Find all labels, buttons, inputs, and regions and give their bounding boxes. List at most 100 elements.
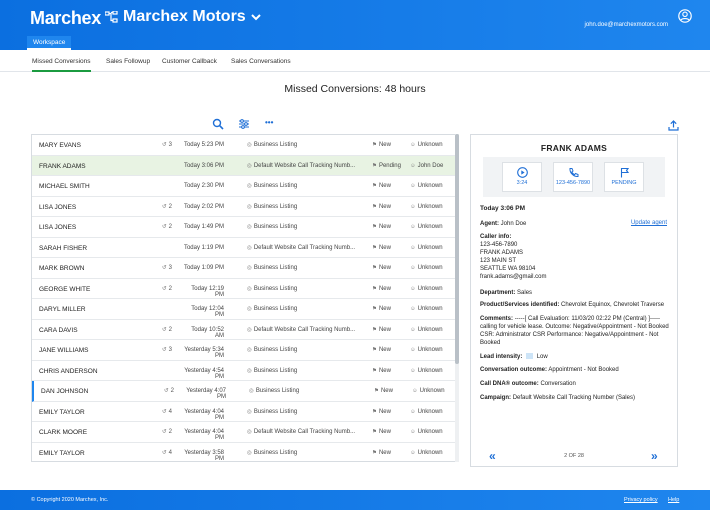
next-call-button[interactable]: »	[651, 449, 658, 463]
call-source-value: Business Listing	[253, 183, 298, 189]
source-icon: ◎	[247, 265, 252, 271]
call-agent: ☺ Unknown	[410, 450, 443, 456]
person-icon: ☺	[410, 183, 416, 189]
comments-line-4: Booked	[480, 340, 501, 346]
call-agent: ☺ Unknown	[410, 286, 443, 292]
call-source-value: Business Listing	[253, 449, 298, 456]
call-row[interactable]: CHRIS ANDERSON Yesterday 4:54 PM ◎ Business…	[32, 361, 456, 381]
call-row[interactable]: LISA JONES ↺ 2 Today 2:02 PM ◎ Business Listi…	[32, 197, 456, 217]
call-count-value: 2	[168, 224, 172, 230]
call-status-value: New	[378, 429, 391, 435]
call-agent-value: Unknown	[417, 347, 443, 353]
search-icon[interactable]	[212, 118, 224, 130]
copyright: © Copyright 2020 Marchex, Inc.	[31, 497, 109, 503]
agent-label: Agent:	[480, 221, 499, 227]
caller-name: JANE WILLIAMS	[39, 347, 89, 354]
call-status: ⚑ New	[372, 368, 391, 374]
user-email: john.doe@marchexmotors.com	[584, 22, 668, 28]
call-source: ◎ Business Listing	[247, 204, 297, 210]
flag-status-button[interactable]: PENDING	[604, 162, 644, 192]
person-icon: ☺	[410, 408, 416, 415]
call-status: ⚑ New	[372, 183, 391, 189]
call-status-value: Pending	[378, 162, 401, 169]
department-value: Sales	[517, 290, 533, 296]
call-time: Yesterday 5:34 PM	[184, 347, 224, 359]
call-status-value: New	[378, 244, 391, 251]
more-dots-icon[interactable]: •••	[265, 118, 273, 127]
marchex-logo[interactable]: Marchex	[30, 8, 101, 29]
call-time: Today 2:02 PM	[183, 203, 224, 210]
call-source: ◎ Business Listing	[247, 286, 297, 292]
call-row[interactable]: GEORGE WHITE ↺ 2 Today 12:19 PM ◎ Business Li…	[32, 279, 456, 299]
call-status-value: New	[378, 367, 391, 374]
tab-workspace[interactable]: Workspace	[27, 36, 72, 50]
flag-icon: ⚑	[372, 203, 377, 210]
user-avatar-icon[interactable]	[678, 9, 692, 23]
call-row[interactable]: MARY EVANS ↺ 3 Today 5:23 PM ◎ Business Listi…	[32, 135, 456, 156]
tab-customer-callback[interactable]: Customer Callback	[162, 52, 217, 72]
campaign-label: Campaign:	[480, 395, 512, 401]
call-row[interactable]: FRANK ADAMS Today 3:06 PM ◎ Default Website…	[32, 155, 456, 176]
scrollbar-thumb[interactable]	[455, 134, 459, 364]
sliders-icon[interactable]	[238, 118, 250, 130]
tab-sales-conversations[interactable]: Sales Conversations	[231, 52, 291, 72]
conversation-outcome-label: Conversation outcome:	[480, 367, 548, 373]
call-count: ↺ 3	[162, 347, 172, 353]
flag-icon: ⚑	[372, 429, 377, 435]
help-link[interactable]: Help	[668, 497, 679, 503]
call-source: ◎ Default Website Call Tracking Numb...	[247, 327, 355, 333]
call-agent-value: Unknown	[417, 367, 443, 374]
call-source: ◎ Default Website Call Tracking Numb...	[247, 163, 355, 169]
call-row[interactable]: DARYL MILLER Today 12:04 PM ◎ Business List…	[32, 299, 456, 320]
call-dna-row: Call DNA® outcome: Conversation	[480, 380, 576, 388]
tab-sales-followup[interactable]: Sales Followup	[106, 52, 150, 72]
call-count: ↺ 2	[164, 388, 174, 394]
tab-missed-conversions[interactable]: Missed Conversions	[32, 52, 91, 72]
caller-name: CHRIS ANDERSON	[39, 367, 98, 375]
call-row[interactable]: DAN JOHNSON ↺ 2 Yesterday 4:07 PM ◎ Business …	[32, 381, 456, 402]
source-icon: ◎	[247, 408, 252, 415]
company-switcher[interactable]: Marchex Motors	[105, 8, 261, 26]
call-row[interactable]: CARA DAVIS ↺ 2 Today 10:52 AM ◎ Default Websi…	[32, 320, 456, 340]
play-recording-button[interactable]: 3:24	[502, 162, 542, 192]
call-status-value: New	[378, 306, 391, 312]
source-icon: ◎	[247, 183, 252, 189]
update-agent-link[interactable]: Update agent	[631, 220, 667, 226]
call-status-value: New	[378, 203, 391, 210]
phone-icon	[568, 168, 578, 178]
agent-value: John Doe	[500, 221, 527, 227]
call-count-value: 2	[168, 429, 172, 435]
call-status: ⚑ New	[372, 265, 391, 271]
call-row[interactable]: SARAH FISHER Today 1:19 PM ◎ Default Websit…	[32, 238, 456, 258]
flag-icon: ⚑	[372, 408, 377, 415]
call-back-button[interactable]: 123-456-7890	[553, 162, 593, 192]
products-value: Chevrolet Equinox, Chevrolet Traverse	[561, 302, 665, 308]
repeat-calls-icon: ↺	[164, 388, 169, 394]
caller-city: SEATTLE WA 98104	[480, 266, 536, 272]
call-status: ⚑ New	[372, 347, 391, 353]
person-icon: ☺	[410, 347, 416, 353]
caller-email: frank.adams@gmail.com	[480, 274, 547, 280]
detail-agent-row: Agent: John Doe	[480, 220, 526, 228]
call-source-value: Business Listing	[253, 408, 298, 415]
org-chart-icon	[105, 11, 118, 23]
repeat-calls-icon: ↺	[162, 265, 167, 271]
call-row[interactable]: MICHAEL SMITH Today 2:30 PM ◎ Business List…	[32, 176, 456, 197]
privacy-policy-link[interactable]: Privacy policy	[624, 497, 658, 503]
call-row[interactable]: MARK BROWN ↺ 3 Today 1:09 PM ◎ Business Listi…	[32, 258, 456, 279]
list-scrollbar[interactable]	[455, 134, 459, 462]
call-time: Today 1:19 PM	[183, 244, 224, 251]
call-time: Today 10:52 AM	[191, 326, 224, 339]
export-icon[interactable]	[668, 120, 679, 131]
call-count-value: 3	[168, 142, 172, 148]
call-row[interactable]: LISA JONES ↺ 2 Today 1:49 PM ◎ Business Listi…	[32, 217, 456, 238]
call-agent-value: Unknown	[417, 203, 443, 210]
call-row[interactable]: CLARK MOORE ↺ 2 Yesterday 4:04 PM ◎ Default W…	[32, 422, 456, 443]
call-row[interactable]: EMILY TAYLOR ↺ 4 Yesterday 4:04 PM ◎ Business…	[32, 402, 456, 422]
person-icon: ☺	[410, 162, 416, 169]
call-row[interactable]: EMILY TAYLOR ↺ 4 Yesterday 3:58 PM ◎ Business…	[32, 443, 456, 462]
caller-name: SARAH FISHER	[39, 244, 88, 252]
call-status: ⚑ New	[372, 204, 391, 210]
call-time: Today 1:49 PM	[183, 224, 224, 230]
call-row[interactable]: JANE WILLIAMS ↺ 3 Yesterday 5:34 PM ◎ Busines…	[32, 340, 456, 361]
